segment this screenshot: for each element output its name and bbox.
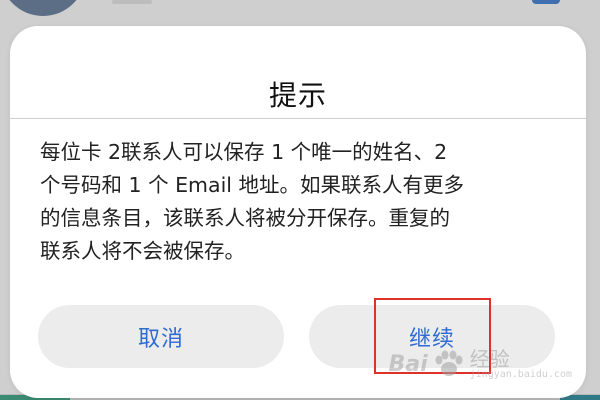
dialog-divider (10, 118, 586, 119)
cancel-button-label: 取消 (137, 326, 184, 352)
background-checkbox (532, 0, 560, 4)
dialog-message-line: 的信息条目，该联系人将被分开保存。重复的 (40, 206, 450, 230)
watermark: Bai 经验 jingyan.baidu.com (388, 346, 572, 381)
dialog-message: 每位卡 2联系人可以保存 1 个唯一的姓名、2 个号码和 1 个 Email 地… (40, 136, 562, 268)
alert-dialog: 提示 每位卡 2联系人可以保存 1 个唯一的姓名、2 个号码和 1 个 Emai… (10, 26, 586, 398)
dialog-message-line: 每位卡 2联系人可以保存 1 个唯一的姓名、2 (40, 140, 448, 164)
dialog-message-line: 个号码和 1 个 Email 地址。如果联系人有更多 (40, 173, 464, 197)
background-text (112, 0, 152, 4)
paw-icon (435, 350, 463, 377)
dialog-message-line: 联系人将不会被保存。 (40, 239, 245, 263)
dialog-title: 提示 (268, 79, 327, 112)
watermark-label: 经验 jingyan.baidu.com (469, 346, 572, 381)
background-avatar (0, 0, 86, 16)
watermark-url: jingyan.baidu.com (469, 368, 572, 380)
cancel-button[interactable]: 取消 (38, 305, 284, 368)
watermark-brand: Bai (388, 351, 428, 377)
watermark-label-main: 经验 (469, 346, 510, 371)
